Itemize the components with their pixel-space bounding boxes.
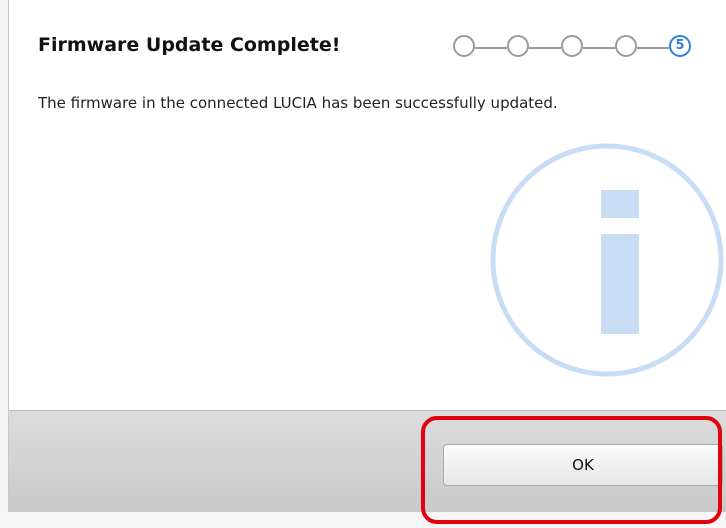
step-3-indicator xyxy=(561,35,583,57)
step-4-indicator xyxy=(615,35,637,57)
step-connector xyxy=(475,47,507,49)
info-icon xyxy=(490,143,724,377)
step-connector xyxy=(529,47,561,49)
step-2-indicator xyxy=(507,35,529,57)
step-1-indicator xyxy=(453,35,475,57)
background-strip xyxy=(0,512,726,528)
step-progress: 5 xyxy=(453,33,693,63)
firmware-dialog: Firmware Update Complete! 5 The firmware… xyxy=(8,0,726,512)
dialog-message: The firmware in the connected LUCIA has … xyxy=(38,94,558,112)
dialog-title: Firmware Update Complete! xyxy=(38,34,341,56)
step-connector xyxy=(583,47,615,49)
ok-button[interactable]: OK xyxy=(443,444,723,486)
step-5-indicator: 5 xyxy=(669,35,691,57)
step-connector xyxy=(637,47,669,49)
